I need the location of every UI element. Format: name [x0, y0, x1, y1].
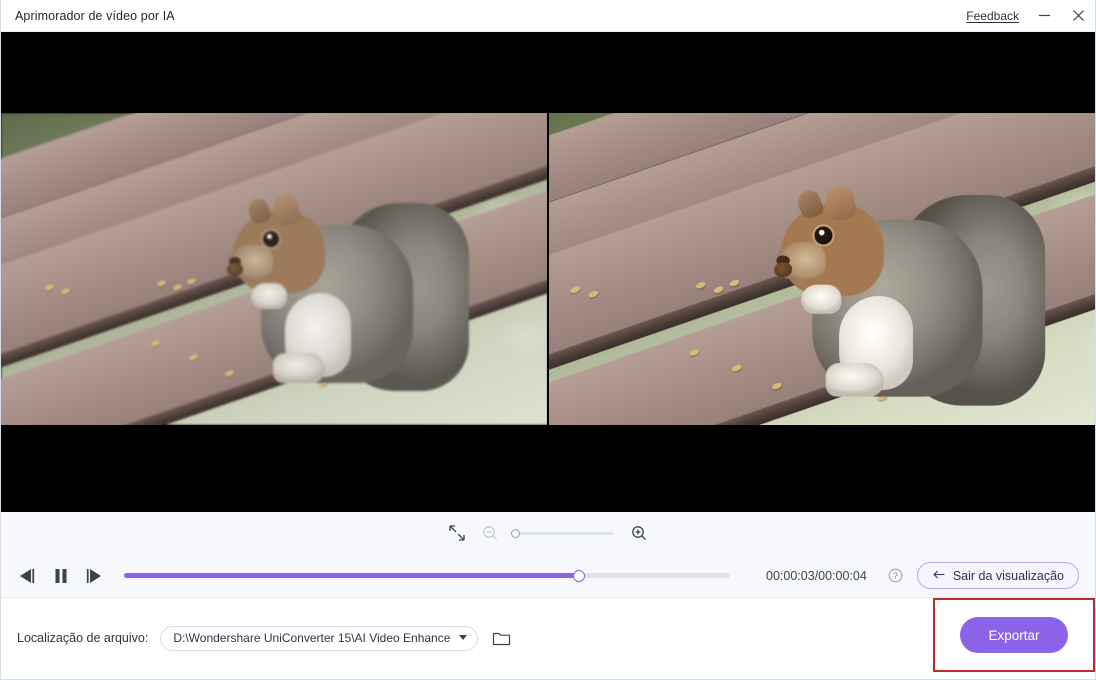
previous-frame-icon[interactable] — [17, 563, 37, 589]
window-title: Aprimorador de vídeo por IA — [15, 8, 175, 23]
next-frame-icon[interactable] — [84, 563, 104, 589]
ai-video-enhancer-window: Aprimorador de vídeo por IA Feedback 00:… — [0, 0, 1096, 680]
enhanced-preview-pane[interactable] — [549, 113, 1095, 425]
original-video-frame — [1, 113, 547, 425]
fit-to-screen-icon[interactable] — [448, 524, 466, 542]
timecode: 00:00:03/00:00:04 — [766, 568, 867, 583]
zoom-in-icon[interactable] — [631, 525, 648, 542]
playback-progress-fill — [124, 573, 579, 578]
playback-progress-bar[interactable] — [124, 569, 731, 582]
zoom-slider[interactable] — [511, 528, 613, 538]
title-bar-actions: Feedback — [958, 0, 1095, 31]
zoom-out-icon[interactable] — [482, 525, 499, 542]
file-location-label: Localização de arquivo: — [17, 631, 149, 645]
video-preview-stage[interactable] — [1, 32, 1095, 512]
help-circle-icon[interactable]: ? — [888, 568, 903, 583]
back-arrow-icon — [932, 568, 946, 584]
split-preview — [1, 113, 1095, 425]
pause-icon[interactable] — [51, 563, 70, 589]
svg-text:?: ? — [893, 571, 898, 581]
exit-preview-button[interactable]: Sair da visualização — [916, 562, 1079, 589]
transport-row: 00:00:03/00:00:04 ? Sair da visualização — [1, 554, 1095, 597]
chevron-down-icon — [459, 635, 468, 640]
bottom-bar: Localização de arquivo: D:\Wondershare U… — [1, 597, 1095, 678]
file-location-value: D:\Wondershare UniConverter 15\AI Video … — [173, 631, 451, 645]
squirrel-subject — [227, 192, 469, 397]
folder-icon[interactable] — [492, 630, 511, 647]
zoom-controls-row — [1, 512, 1095, 554]
exit-preview-label: Sair da visualização — [952, 568, 1064, 583]
enhanced-video-frame — [549, 113, 1095, 425]
title-bar: Aprimorador de vídeo por IA Feedback — [1, 0, 1095, 32]
squirrel-subject — [774, 183, 1046, 412]
original-preview-pane[interactable] — [1, 113, 547, 425]
export-button[interactable]: Exportar — [960, 617, 1068, 653]
close-icon[interactable] — [1061, 0, 1095, 32]
file-location-select[interactable]: D:\Wondershare UniConverter 15\AI Video … — [160, 625, 479, 651]
minimize-icon[interactable] — [1027, 0, 1061, 32]
zoom-slider-handle[interactable] — [511, 528, 520, 538]
export-highlight-box: Exportar — [933, 598, 1095, 672]
playback-progress-handle[interactable] — [572, 569, 585, 582]
feedback-link[interactable]: Feedback — [958, 9, 1027, 23]
